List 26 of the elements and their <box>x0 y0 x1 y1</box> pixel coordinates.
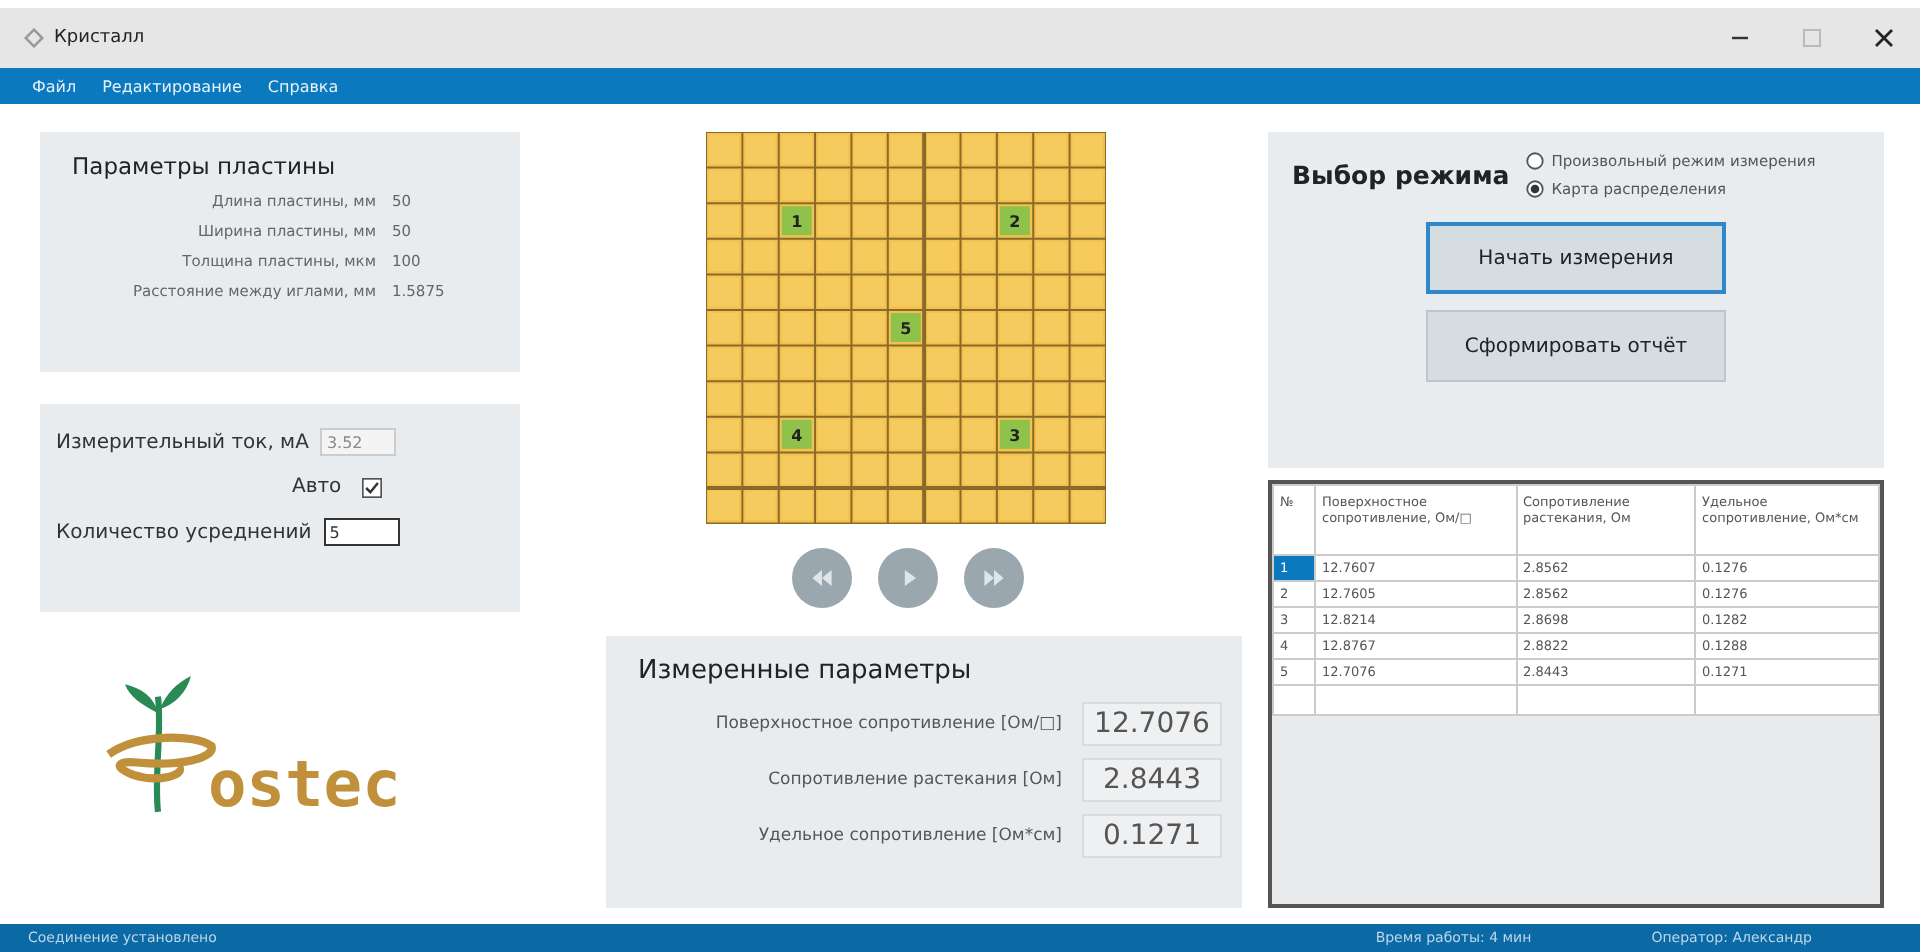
close-button[interactable] <box>1872 26 1896 50</box>
parameter-label: Удельное сопротивление [Ом*см] <box>758 826 1062 846</box>
menu-item[interactable]: Файл <box>32 77 77 95</box>
menu-item[interactable]: Редактирование <box>102 77 242 95</box>
wafer-map[interactable]: 1 2 5 4 3 <box>706 132 1106 524</box>
panel-title: Параметры пластины <box>72 152 338 180</box>
value-field: 12.7076 <box>1082 702 1222 746</box>
auto-checkbox[interactable] <box>361 477 382 497</box>
averaging-field[interactable]: 5 <box>323 518 400 546</box>
field-label: Измерительный ток, мА <box>56 431 309 453</box>
radio-button[interactable] <box>1525 152 1544 170</box>
app-icon <box>24 28 44 48</box>
action-button[interactable]: Начать измерения <box>1426 222 1726 294</box>
panel-title: Измеренные параметры <box>638 656 974 686</box>
field-label: Количество усреднений <box>56 521 312 543</box>
value-field: 0.1271 <box>1082 814 1222 858</box>
action-button[interactable]: Сформировать отчёт <box>1426 310 1726 382</box>
parameter-label: Поверхностное сопротивление [Ом/□] <box>715 714 1062 734</box>
value-field: 2.8443 <box>1082 758 1222 802</box>
radio-button[interactable] <box>1525 180 1544 198</box>
parameter-label: Сопротивление растекания [Ом] <box>768 770 1062 790</box>
panel-title: Выбор режима <box>1292 160 1510 190</box>
checkbox-label: Авто <box>292 476 342 498</box>
logo-text: ostec <box>208 752 401 816</box>
window-title: Кристалл <box>54 28 145 48</box>
menu-item[interactable]: Справка <box>267 77 339 95</box>
